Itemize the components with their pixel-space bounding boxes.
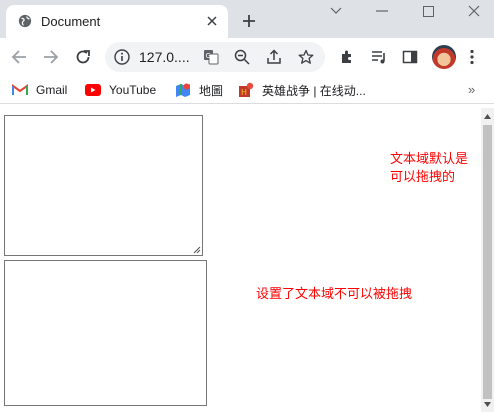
browser-toolbar: 127.0.... G [0,38,494,76]
fixed-textarea[interactable] [4,260,207,406]
more-bookmarks-icon[interactable]: » [468,82,475,97]
game-icon: H [238,82,254,97]
profile-avatar[interactable] [432,45,456,69]
bookmark-label: 英雄战争 | 在线动... [262,83,366,98]
media-queue-icon[interactable] [369,47,389,67]
scrollbar-thumb[interactable] [483,125,492,399]
note-resizable: 文本域默认是可以拖拽的 [390,152,469,185]
url-text[interactable]: 127.0.... [139,49,190,65]
bookmark-maps[interactable]: 地圖 [175,81,223,99]
youtube-icon [85,83,101,97]
note-fixed: 设置了文本域不可以被拖拽 [256,287,413,302]
maps-icon [175,83,191,97]
address-bar[interactable]: 127.0.... G [105,42,325,72]
info-icon[interactable] [114,49,130,65]
bookmark-label: 地圖 [199,83,224,98]
tab-strip: Document [0,0,494,38]
bookmark-gmail[interactable]: Gmail [12,81,67,99]
translate-icon[interactable]: G [202,48,220,66]
gmail-icon [12,83,28,97]
chevron-down-icon[interactable] [325,3,347,19]
bookmark-label: YouTube [109,83,157,97]
back-icon[interactable] [9,47,29,67]
scroll-down-icon[interactable] [481,398,494,410]
bookmark-youtube[interactable]: YouTube [85,81,156,99]
tab-document[interactable]: Document [6,5,228,38]
maximize-icon[interactable] [417,3,439,19]
star-bookmark-icon[interactable] [297,48,315,66]
minimize-icon[interactable] [371,3,393,19]
bookmark-label: Gmail [36,83,68,97]
side-panel-icon[interactable] [400,47,420,67]
scroll-up-icon[interactable] [481,110,494,122]
bookmark-game[interactable]: H 英雄战争 | 在线动... [238,81,366,99]
resizable-textarea[interactable] [4,115,203,256]
globe-icon [18,14,32,28]
forward-icon[interactable] [41,47,61,67]
new-tab-icon[interactable] [240,12,258,30]
share-icon[interactable] [265,48,283,66]
menu-kebab-icon[interactable] [462,47,482,67]
page-content: 文本域默认是可以拖拽的 设置了文本域不可以被拖拽 [0,108,481,412]
close-tab-icon[interactable] [204,13,220,29]
resize-grip-icon[interactable] [193,246,201,254]
bookmarks-bar: Gmail YouTube 地圖 H 英雄战争 | 在线动... » [0,76,494,104]
zoom-out-icon[interactable] [233,48,251,66]
vertical-scrollbar[interactable] [481,108,494,412]
extensions-icon[interactable] [337,47,357,67]
close-window-icon[interactable] [463,3,485,19]
tab-title: Document [41,14,101,29]
svg-text:H: H [241,88,247,97]
reload-icon[interactable] [73,47,93,67]
svg-text:G: G [206,52,211,60]
